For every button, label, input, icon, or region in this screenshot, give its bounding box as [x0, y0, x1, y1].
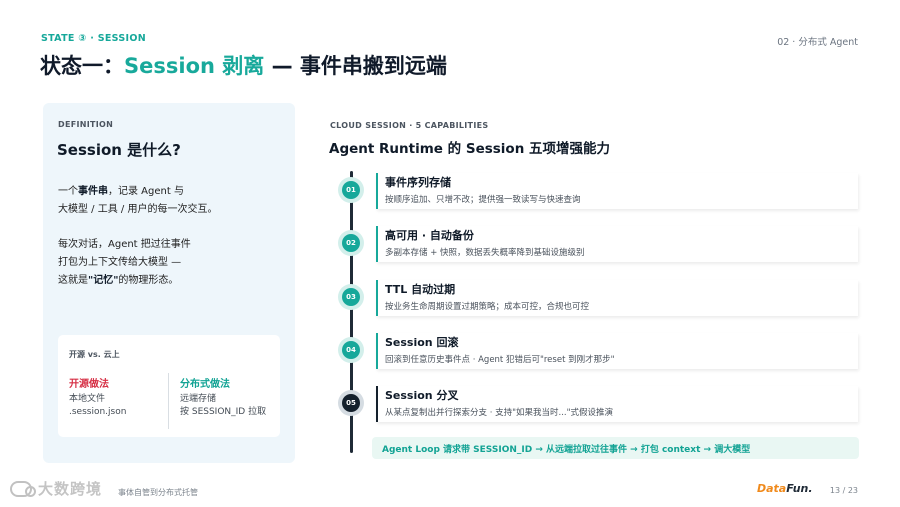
step-card-1: 事件序列存储 按顺序追加、只增不改；提供强一致读写与快速查询 — [376, 173, 858, 209]
step-desc: 多副本存储 + 快照，数据丢失概率降到基础设施级别 — [385, 248, 585, 258]
step-number-3: 03 — [342, 288, 360, 306]
open-source-line: 本地文件 — [69, 394, 106, 404]
step-title: Session 回滚 — [385, 336, 459, 349]
definition-paragraph-1: 一个事件串，记录 Agent 与 大模型 / 工具 / 用户的每一次交互。 — [58, 183, 288, 219]
compare-box: 开源 vs. 云上 开源做法 本地文件 .session.json 分布式做法 … — [58, 335, 280, 437]
page-number: 13 / 23 — [829, 486, 858, 495]
title-prefix: 状态一： — [40, 54, 124, 78]
watermark-logo-icon — [10, 480, 36, 497]
compare-label: 开源 vs. 云上 — [69, 350, 120, 359]
p2-line2: 打包为上下文传给大模型 — — [58, 257, 182, 268]
p1-line2: 大模型 / 工具 / 用户的每一次交互。 — [58, 204, 218, 215]
step-number-1: 01 — [342, 181, 360, 199]
p2-line3-bold: "记忆" — [88, 275, 119, 286]
agent-loop-bar: Agent Loop 请求带 SESSION_ID → 从远端拉取过往事件 → … — [372, 437, 859, 459]
open-source-heading: 开源做法 — [69, 379, 109, 390]
definition-paragraph-2: 每次对话，Agent 把过往事件 打包为上下文传给大模型 — 这就是"记忆"的物… — [58, 236, 288, 290]
watermark: 大数跨境 — [10, 478, 102, 499]
step-title: 高可用 · 自动备份 — [385, 229, 474, 242]
step-card-2: 高可用 · 自动备份 多副本存储 + 快照，数据丢失概率降到基础设施级别 — [376, 226, 858, 262]
open-source-line: .session.json — [69, 407, 127, 417]
definition-title: Session 是什么? — [57, 141, 181, 159]
step-desc: 回滚到任意历史事件点 · Agent 犯错后可"reset 到刚才那步" — [385, 355, 615, 365]
capabilities-title: Agent Runtime 的 Session 五项增强能力 — [329, 141, 611, 157]
distributed-line: 按 SESSION_ID 拉取 — [180, 407, 267, 417]
distributed-column: 分布式做法 远端存储 按 SESSION_ID 拉取 — [180, 375, 280, 419]
step-number-5: 05 — [342, 394, 360, 412]
footer-note: 事体自管到分布式托管 — [118, 488, 198, 497]
step-desc: 从某点复制出并行探索分支 · 支持"如果我当时..."式假设推演 — [385, 408, 614, 418]
capabilities-label: CLOUD SESSION · 5 CAPABILITIES — [330, 121, 489, 130]
page-title: 状态一：Session 剥离 — 事件串搬到远端 — [40, 50, 447, 80]
title-suffix: — 事件串搬到远端 — [264, 54, 447, 78]
step-number-2: 02 — [342, 234, 360, 252]
datafun-logo: DataFun. — [757, 482, 813, 495]
p2-line1: 每次对话，Agent 把过往事件 — [58, 239, 191, 250]
section-kicker: STATE ③ · SESSION — [41, 33, 146, 44]
p1-bold: 事件串 — [78, 186, 108, 197]
p2-line3-pre: 这就是 — [58, 275, 88, 286]
title-accent: Session 剥离 — [124, 54, 265, 78]
distributed-heading: 分布式做法 — [180, 379, 230, 390]
brand-part-a: Data — [757, 482, 787, 495]
step-card-5: Session 分叉 从某点复制出并行探索分支 · 支持"如果我当时..."式假… — [376, 386, 858, 422]
p1-pre: 一个 — [58, 186, 78, 197]
definition-card: DEFINITION Session 是什么? 一个事件串，记录 Agent 与… — [43, 103, 295, 463]
column-divider — [168, 373, 169, 429]
section-tag: 02 · 分布式 Agent — [777, 37, 858, 48]
step-title: Session 分叉 — [385, 389, 459, 402]
step-title: TTL 自动过期 — [385, 283, 456, 296]
p1-post: ，记录 Agent 与 — [108, 186, 184, 197]
p2-line3-post: 的物理形态。 — [118, 275, 179, 286]
step-card-3: TTL 自动过期 按业务生命周期设置过期策略；成本可控，合规也可控 — [376, 280, 858, 316]
step-number-4: 04 — [342, 341, 360, 359]
step-desc: 按业务生命周期设置过期策略；成本可控，合规也可控 — [385, 302, 590, 312]
step-title: 事件序列存储 — [385, 176, 451, 189]
watermark-text: 大数跨境 — [38, 480, 103, 498]
distributed-line: 远端存储 — [180, 394, 217, 404]
definition-label: DEFINITION — [58, 120, 114, 129]
step-desc: 按顺序追加、只增不改；提供强一致读写与快速查询 — [385, 195, 581, 205]
open-source-column: 开源做法 本地文件 .session.json — [69, 375, 169, 419]
step-card-4: Session 回滚 回滚到任意历史事件点 · Agent 犯错后可"reset… — [376, 333, 858, 369]
brand-part-b: Fun. — [786, 482, 813, 495]
